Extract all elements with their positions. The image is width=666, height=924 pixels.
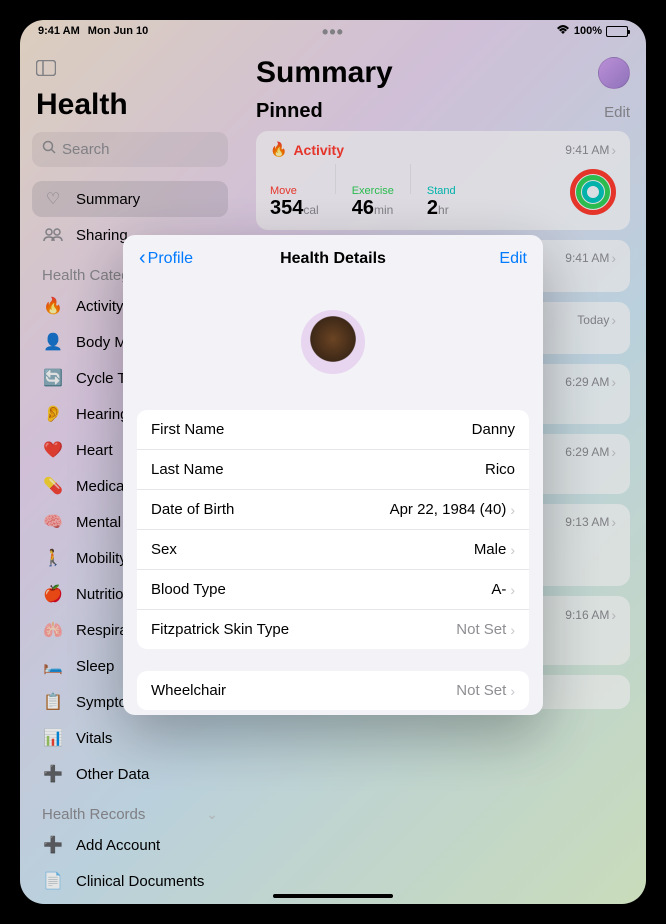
- chevron-right-icon: ›: [510, 542, 515, 558]
- chevron-right-icon: ›: [510, 622, 515, 638]
- detail-value: Rico: [485, 461, 515, 478]
- profile-avatar-large[interactable]: [301, 310, 365, 374]
- detail-label: First Name: [151, 421, 224, 438]
- wheelchair-group: Wheelchair Not Set›: [137, 671, 529, 710]
- modal-backdrop: ‹ Profile Health Details Edit First Name…: [20, 20, 646, 904]
- chevron-right-icon: ›: [510, 683, 515, 699]
- detail-label: Blood Type: [151, 581, 226, 598]
- detail-row[interactable]: Date of Birth Apr 22, 1984 (40) ›: [137, 490, 529, 530]
- detail-row[interactable]: Fitzpatrick Skin Type Not Set ›: [137, 610, 529, 649]
- health-details-modal: ‹ Profile Health Details Edit First Name…: [123, 235, 543, 715]
- screen: 9:41 AM Mon Jun 10 ••• 100% Health: [20, 20, 646, 904]
- detail-label: Fitzpatrick Skin Type: [151, 621, 289, 638]
- ipad-frame: 9:41 AM Mon Jun 10 ••• 100% Health: [0, 0, 666, 924]
- detail-value: Not Set ›: [456, 621, 515, 638]
- detail-label: Date of Birth: [151, 501, 234, 518]
- detail-value: Male ›: [474, 541, 515, 558]
- detail-value: Danny: [472, 421, 515, 438]
- edit-button[interactable]: Edit: [499, 250, 527, 268]
- back-button[interactable]: ‹ Profile: [139, 247, 193, 270]
- detail-row-wheelchair[interactable]: Wheelchair Not Set›: [137, 671, 529, 710]
- detail-label: Sex: [151, 541, 177, 558]
- detail-label: Last Name: [151, 461, 224, 478]
- details-group: First Name Danny Last Name Rico Date of Birt…: [137, 410, 529, 649]
- chevron-right-icon: ›: [510, 502, 515, 518]
- detail-value: A- ›: [491, 581, 515, 598]
- detail-row: Last Name Rico: [137, 450, 529, 490]
- home-indicator[interactable]: [273, 894, 393, 898]
- modal-title: Health Details: [280, 250, 386, 268]
- detail-row[interactable]: Sex Male ›: [137, 530, 529, 570]
- chevron-right-icon: ›: [510, 582, 515, 598]
- detail-row[interactable]: Blood Type A- ›: [137, 570, 529, 610]
- detail-value: Apr 22, 1984 (40) ›: [390, 501, 515, 518]
- detail-row: First Name Danny: [137, 410, 529, 450]
- chevron-left-icon: ‹: [139, 247, 146, 270]
